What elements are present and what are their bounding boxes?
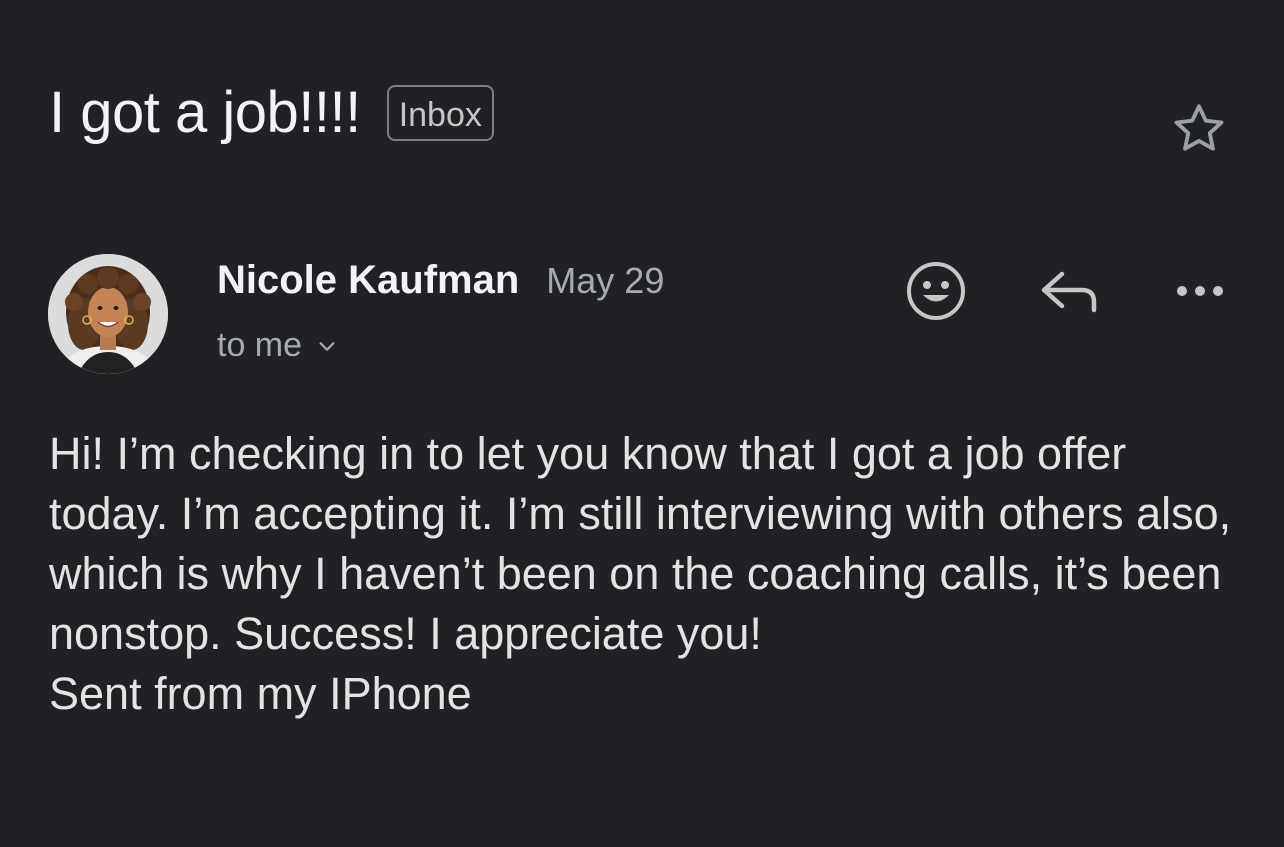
- inbox-label-chip[interactable]: Inbox: [386, 85, 494, 141]
- chevron-down-icon: [319, 341, 335, 351]
- more-options-button[interactable]: [1170, 274, 1230, 308]
- sent-date: May 29: [546, 260, 665, 301]
- sender-name[interactable]: Nicole Kaufman: [217, 258, 519, 303]
- email-subject: I got a job!!!!: [49, 80, 361, 145]
- more-horizontal-icon: [1177, 286, 1223, 296]
- subject-row: I got a job!!!! Inbox: [49, 78, 494, 148]
- email-body: Hi! I’m checking in to let you know that…: [49, 428, 1232, 719]
- emoji-reaction-button[interactable]: [905, 260, 967, 322]
- sender-avatar[interactable]: [48, 254, 168, 374]
- recipient-details-toggle[interactable]: to me: [217, 326, 338, 365]
- sender-row: Nicole Kaufman May 29: [217, 258, 664, 303]
- reply-button[interactable]: [1038, 266, 1100, 316]
- recipient-label: to me: [217, 326, 303, 364]
- smiley-face-icon: [907, 262, 965, 320]
- star-icon[interactable]: [1168, 98, 1230, 160]
- reply-arrow-icon: [1041, 271, 1097, 313]
